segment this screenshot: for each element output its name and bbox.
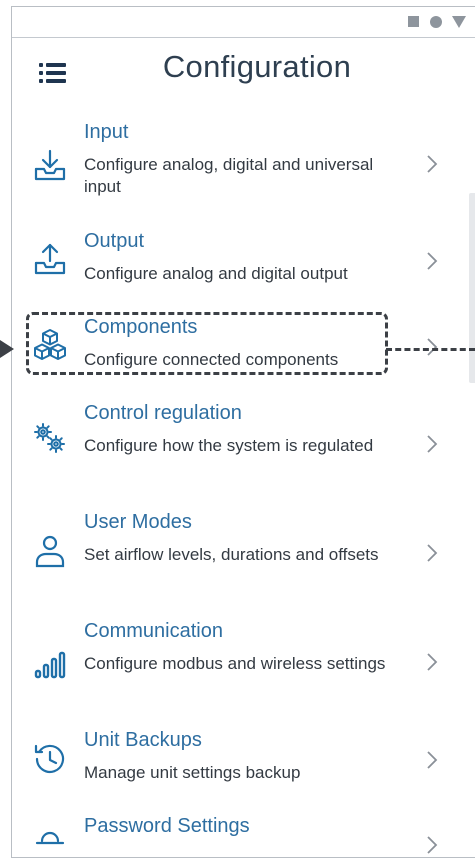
circle-icon (430, 16, 442, 28)
chevron-right-icon (424, 543, 440, 563)
chevron-right-icon (424, 434, 440, 454)
scrollbar[interactable] (469, 193, 475, 383)
upload-tray-icon (32, 242, 68, 278)
menu-item-title: Password Settings (84, 815, 250, 837)
menu-item-description: Configure analog, digital and universal … (84, 155, 374, 196)
history-icon (32, 741, 68, 777)
menu-item-description: Manage unit settings backup (84, 763, 301, 782)
chevron-right-icon (424, 154, 440, 174)
chevron-right-icon (424, 251, 440, 271)
triangle-icon (452, 16, 466, 28)
chevron-right-icon (424, 337, 440, 357)
pointer-arrow-icon (0, 340, 14, 358)
hamburger-menu-icon[interactable] (38, 60, 68, 86)
menu-item-title: Unit Backups (84, 729, 202, 751)
chevron-right-icon (424, 652, 440, 672)
user-icon (32, 533, 68, 569)
download-tray-icon (32, 148, 68, 184)
phone-frame: Configuration Input Configure analog, di… (11, 6, 475, 858)
annotation-connector-line (386, 348, 475, 351)
page-title: Configuration (162, 49, 352, 84)
menu-item-title: Control regulation (84, 402, 242, 424)
gears-icon (32, 422, 68, 458)
menu-item-description: Configure modbus and wireless settings (84, 654, 386, 673)
menu-item-title: User Modes (84, 511, 192, 533)
chevron-right-icon (424, 750, 440, 770)
highlight-dashed-box (26, 312, 388, 375)
square-icon (408, 16, 419, 27)
chevron-right-icon (424, 835, 440, 855)
menu-item-description: Set airflow levels, durations and offset… (84, 545, 379, 564)
menu-item-title: Output (84, 230, 145, 252)
signal-bars-icon (32, 648, 68, 684)
status-bar (12, 7, 475, 38)
menu-item-title: Input (84, 121, 129, 143)
menu-item-description: Configure analog and digital output (84, 264, 348, 283)
menu-item-title: Communication (84, 620, 223, 642)
menu-item-description: Configure how the system is regulated (84, 436, 374, 455)
lock-icon (32, 825, 68, 857)
